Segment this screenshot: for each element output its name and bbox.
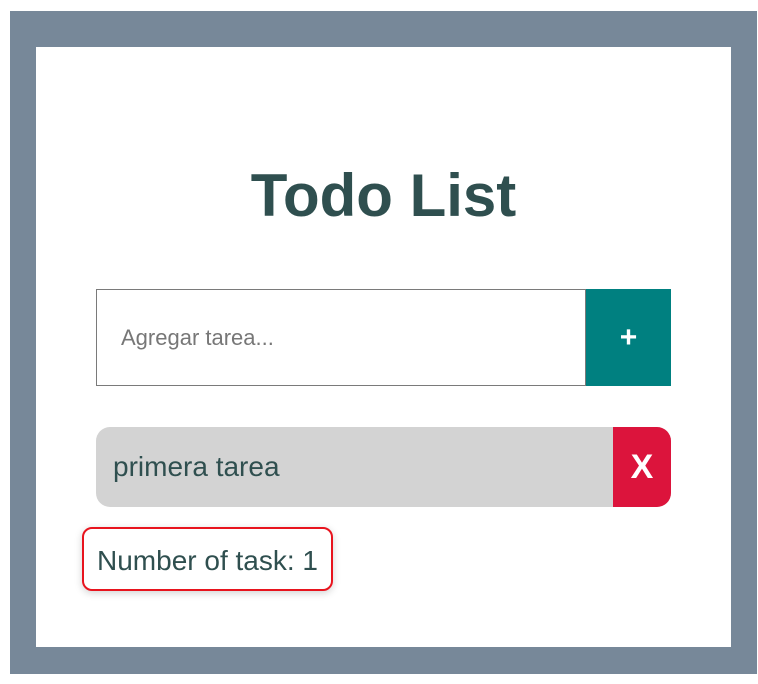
task-input[interactable] — [96, 289, 586, 386]
add-task-button[interactable]: + — [586, 289, 671, 386]
task-label: primera tarea — [113, 451, 280, 482]
delete-task-button[interactable]: X — [613, 427, 671, 507]
list-item: primera tarea X — [96, 427, 671, 507]
page-title: Todo List — [250, 162, 517, 229]
todo-card: Todo List + primera tarea X Number of ta… — [36, 47, 731, 647]
task-counter: Number of task: 1 — [82, 527, 333, 591]
add-task-form: + — [96, 289, 671, 386]
